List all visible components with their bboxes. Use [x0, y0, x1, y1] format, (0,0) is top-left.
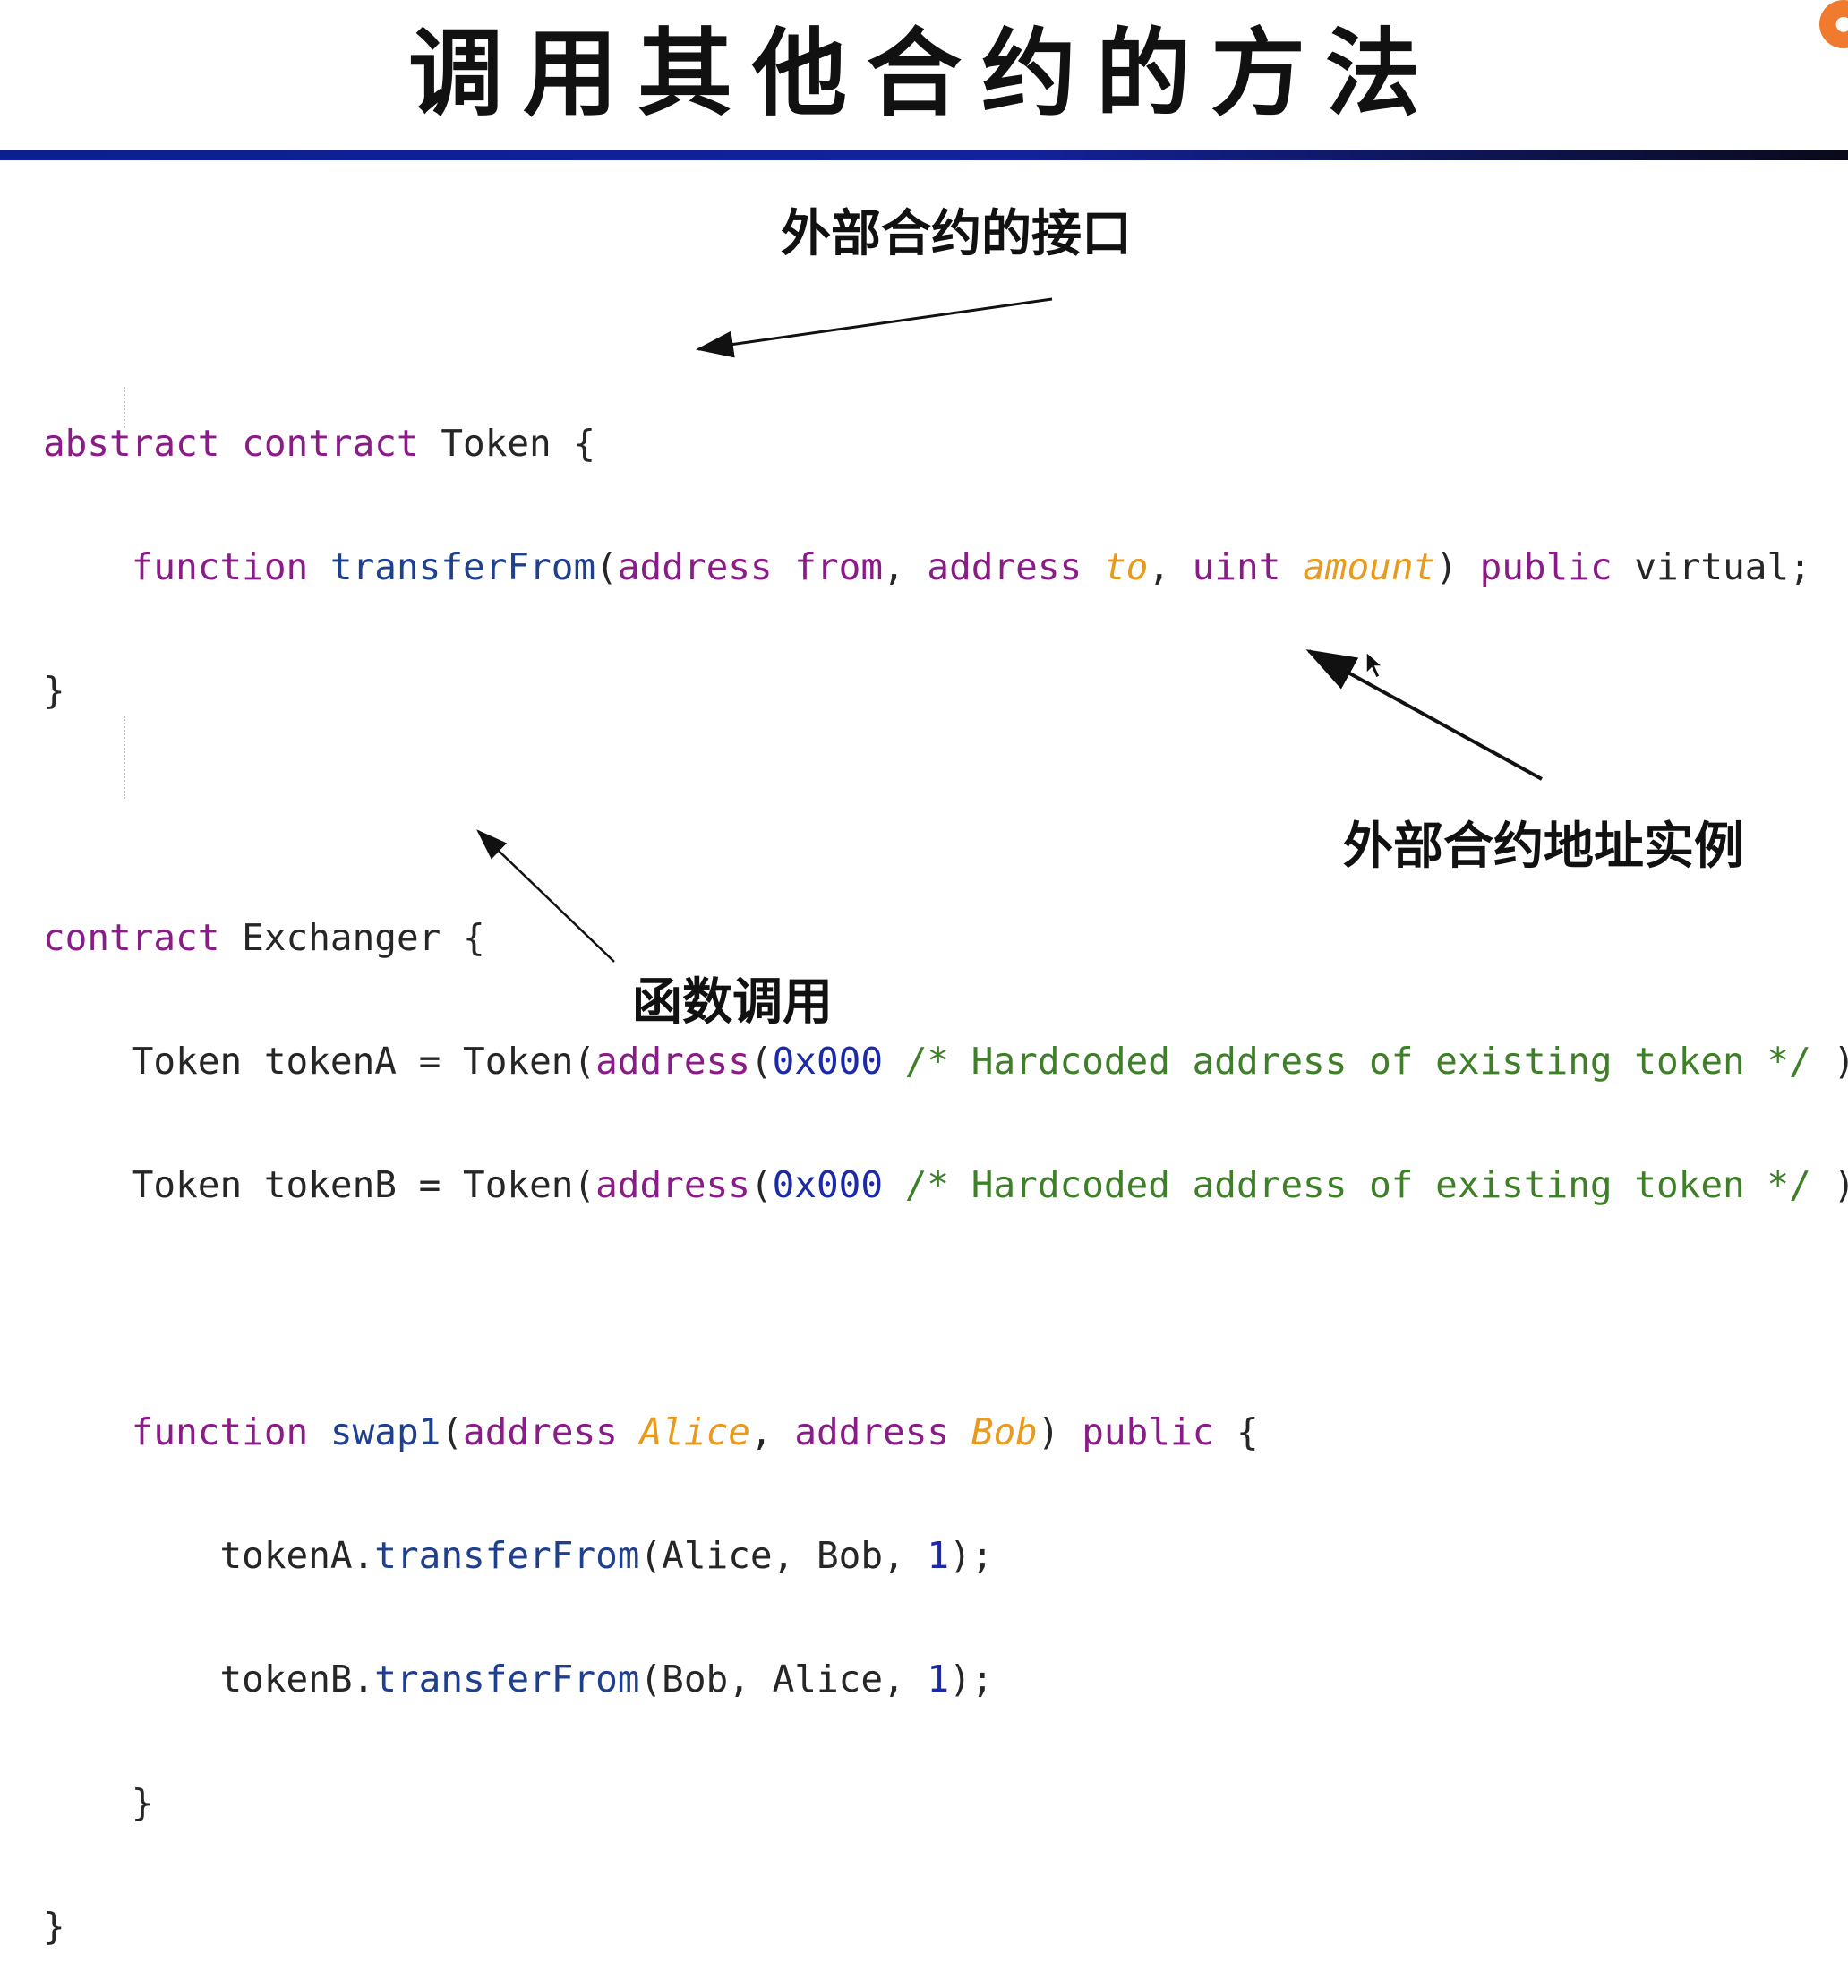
code-line-12: } [131, 1781, 154, 1824]
code-line-5: contract Exchanger { [43, 916, 485, 959]
code-line-10: tokenA.transferFrom(Alice, Bob, 1); [219, 1534, 994, 1577]
code-block: abstract contract Token { function trans… [43, 340, 1848, 1988]
code-line-11: tokenB.transferFrom(Bob, Alice, 1); [219, 1658, 994, 1701]
code-line-9: function swap1(address Alice, address Bo… [131, 1410, 1259, 1453]
code-line-2: function transferFrom(address from, addr… [131, 545, 1811, 588]
code-line-13: } [43, 1905, 65, 1948]
code-line-3: } [43, 669, 65, 712]
code-line-6: Token tokenA = Token(address(0x000 /* Ha… [131, 1040, 1848, 1083]
code-line-7: Token tokenB = Token(address(0x000 /* Ha… [131, 1163, 1848, 1206]
mouse-pointer-icon [1365, 650, 1384, 680]
code-line-1: abstract contract Token { [43, 422, 596, 465]
